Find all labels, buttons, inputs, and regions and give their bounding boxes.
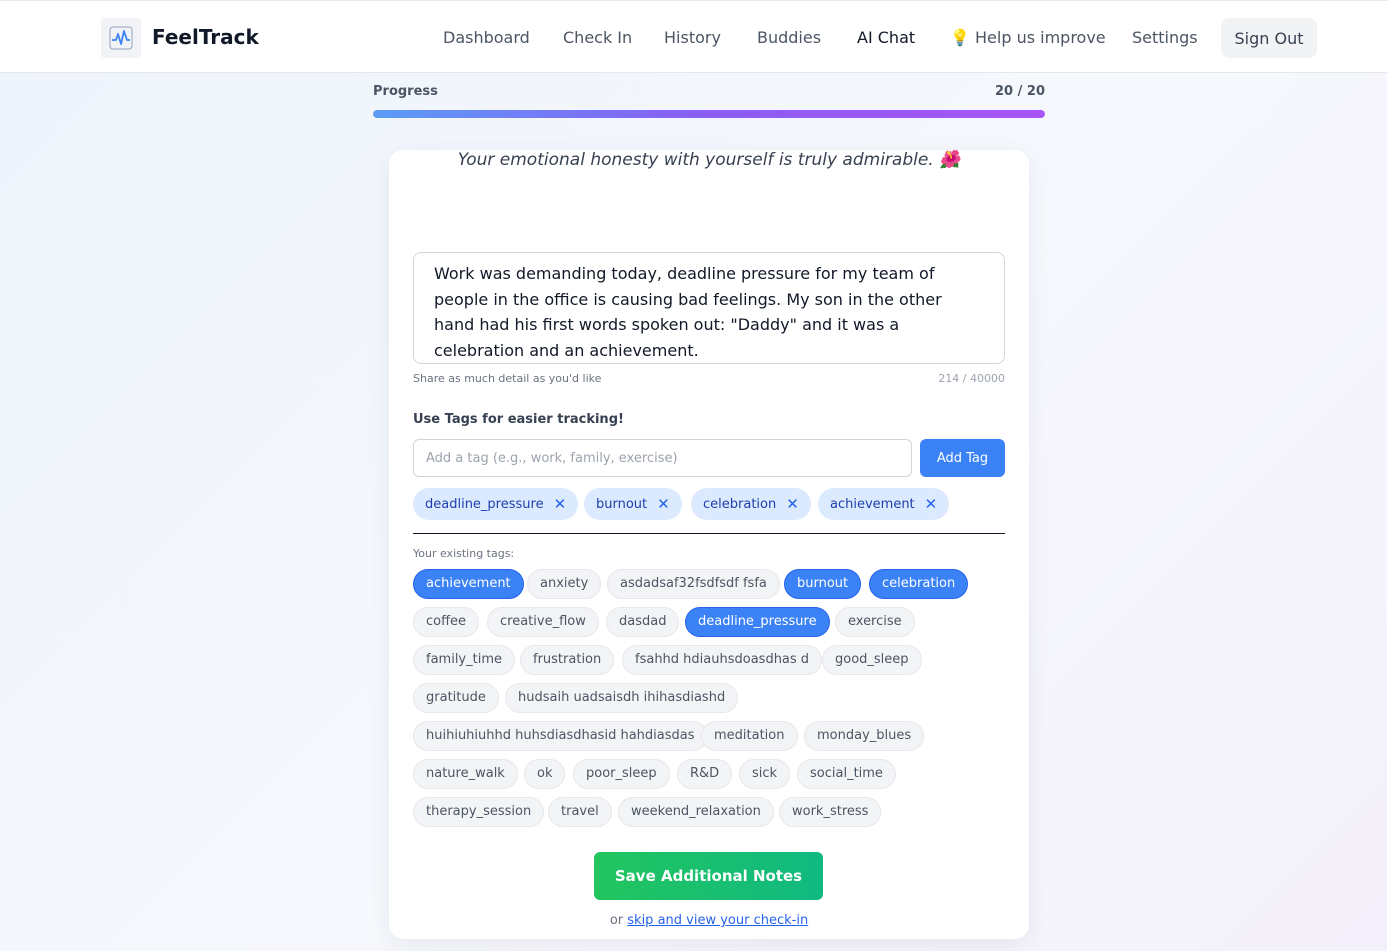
existing-tag[interactable]: achievement	[413, 569, 524, 599]
sign-out-button[interactable]: Sign Out	[1221, 18, 1317, 58]
existing-tag[interactable]: poor_sleep	[573, 759, 670, 789]
existing-tag[interactable]: sick	[739, 759, 791, 789]
existing-tag[interactable]: coffee	[413, 607, 480, 637]
top-header: FeelTrack Dashboard Check In History Bud…	[0, 0, 1387, 73]
existing-tag[interactable]: deadline_pressure	[685, 607, 830, 637]
progress-fill	[373, 110, 1045, 118]
nav-settings[interactable]: Settings	[1132, 18, 1198, 58]
additional-notes-textarea[interactable]: Work was demanding today, deadline press…	[413, 252, 1005, 364]
progress-bar	[373, 110, 1045, 118]
skip-check-in-link[interactable]: skip and view your check-in	[627, 913, 808, 928]
existing-tag[interactable]: burnout	[784, 569, 862, 599]
remove-tag-icon[interactable]: ✕	[657, 496, 670, 512]
selected-tag-label: burnout	[596, 496, 648, 512]
add-tag-button[interactable]: Add Tag	[920, 439, 1005, 477]
selected-tag-chip: celebration ✕	[691, 488, 811, 520]
existing-tag[interactable]: dasdad	[606, 607, 680, 637]
remove-tag-icon[interactable]: ✕	[554, 496, 567, 512]
notes-hint: Share as much detail as you'd like	[413, 372, 602, 385]
tag-input[interactable]	[413, 439, 912, 477]
existing-tag[interactable]: family_time	[413, 645, 515, 675]
nav-history[interactable]: History	[664, 18, 721, 58]
existing-tag[interactable]: R&D	[677, 759, 733, 789]
nav-buddies[interactable]: Buddies	[757, 18, 821, 58]
check-in-card: Your emotional honesty with yourself is …	[389, 150, 1029, 939]
nav-check-in[interactable]: Check In	[563, 18, 632, 58]
existing-tag[interactable]: monday_blues	[804, 721, 925, 751]
progress-label: Progress	[373, 84, 438, 99]
existing-tag[interactable]: weekend_relaxation	[618, 797, 774, 827]
existing-tag[interactable]: exercise	[835, 607, 915, 637]
remove-tag-icon[interactable]: ✕	[786, 496, 799, 512]
selected-tag-label: deadline_pressure	[425, 496, 544, 512]
existing-tag[interactable]: nature_walk	[413, 759, 518, 789]
existing-tag[interactable]: fsahhd hdiauhsdoasdhas d	[622, 645, 823, 675]
existing-tag[interactable]: frustration	[520, 645, 615, 675]
main-nav: Dashboard Check In History Buddies AI Ch…	[0, 18, 1387, 58]
existing-tag[interactable]: good_sleep	[822, 645, 922, 675]
existing-tag[interactable]: anxiety	[527, 569, 602, 599]
encouragement-quote: Your emotional honesty with yourself is …	[457, 150, 961, 170]
existing-tag[interactable]: gratitude	[413, 683, 499, 713]
existing-tag[interactable]: creative_flow	[487, 607, 599, 637]
existing-tag[interactable]: work_stress	[779, 797, 882, 827]
existing-tag[interactable]: hudsaih uadsaisdh ihihasdiashd	[505, 683, 739, 713]
selected-tag-chip: deadline_pressure ✕	[413, 488, 579, 520]
skip-prefix: or	[609, 913, 624, 928]
existing-tag[interactable]: meditation	[701, 721, 798, 751]
progress-count: 20 / 20	[995, 84, 1045, 99]
selected-tag-chip: burnout ✕	[584, 488, 682, 520]
skip-line: or skip and view your check-in	[389, 913, 1029, 928]
existing-tag[interactable]: celebration	[869, 569, 969, 599]
existing-tag[interactable]: social_time	[797, 759, 896, 789]
existing-tag[interactable]: huihiuhiuhhd huhsdiasdhasid hahdiasdas	[413, 721, 708, 751]
character-count: 214 / 40000	[938, 372, 1005, 385]
nav-ai-chat[interactable]: AI Chat	[857, 18, 915, 58]
remove-tag-icon[interactable]: ✕	[925, 496, 938, 512]
existing-tag[interactable]: asdadsaf32fsdfsdf fsfa	[607, 569, 780, 599]
existing-tag[interactable]: therapy_session	[413, 797, 545, 827]
divider	[413, 533, 1005, 534]
existing-tags-label: Your existing tags:	[413, 547, 515, 560]
nav-help-us-improve[interactable]: 💡 Help us improve	[950, 18, 1106, 58]
selected-tag-chip: achievement ✕	[818, 488, 950, 520]
tags-heading: Use Tags for easier tracking!	[413, 412, 624, 427]
existing-tag[interactable]: travel	[548, 797, 612, 827]
nav-dashboard[interactable]: Dashboard	[443, 18, 530, 58]
selected-tag-label: celebration	[703, 496, 777, 512]
selected-tag-label: achievement	[830, 496, 915, 512]
existing-tag[interactable]: ok	[524, 759, 566, 789]
save-additional-notes-button[interactable]: Save Additional Notes	[594, 852, 823, 900]
